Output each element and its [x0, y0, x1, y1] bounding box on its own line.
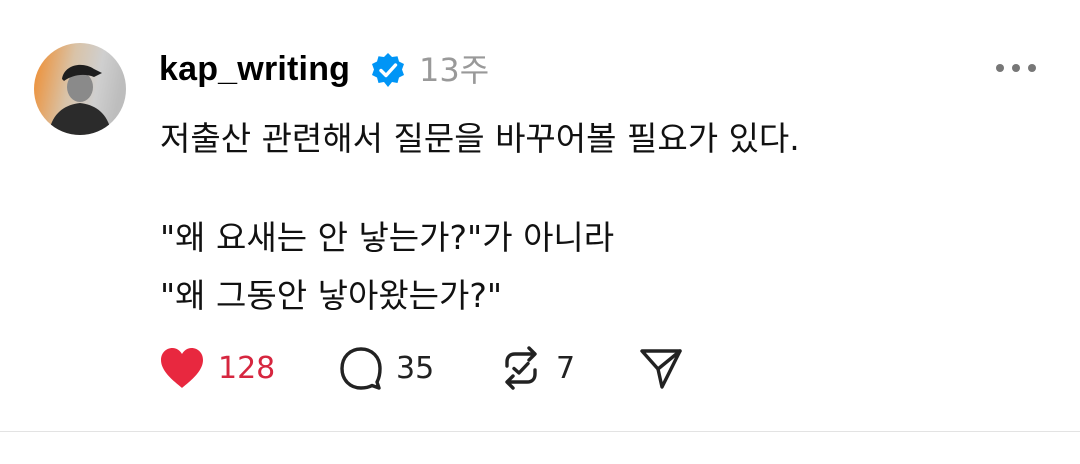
- reply-count: 35: [396, 350, 435, 386]
- post-time: 13주: [419, 51, 490, 89]
- repost-count: 7: [556, 350, 576, 386]
- verified-badge-icon: [372, 53, 404, 87]
- send-icon: [640, 349, 682, 389]
- avatar[interactable]: [34, 43, 126, 135]
- comment-icon: [340, 347, 382, 390]
- post-body: 저출산 관련해서 질문을 바꾸어볼 필요가 있다. "왜 요새는 안 낳는가?"…: [160, 110, 1040, 325]
- username[interactable]: kap_writing: [159, 46, 350, 92]
- reply-button[interactable]: 35: [338, 340, 434, 396]
- more-options-icon[interactable]: [994, 55, 1038, 81]
- heart-icon: [161, 348, 203, 388]
- like-count: 128: [218, 350, 276, 386]
- repost-icon: [505, 346, 537, 390]
- repost-button[interactable]: 7: [498, 340, 575, 396]
- like-button[interactable]: 128: [158, 340, 275, 396]
- post-line: 저출산 관련해서 질문을 바꾸어볼 필요가 있다.: [160, 119, 800, 158]
- post-line: "왜 요새는 안 낳는가?"가 아니라: [160, 218, 615, 257]
- post-line: "왜 그동안 낳아왔는가?": [160, 276, 503, 315]
- share-button[interactable]: [638, 340, 684, 396]
- action-bar: 128 35 7: [158, 340, 758, 396]
- divider: [0, 431, 1080, 432]
